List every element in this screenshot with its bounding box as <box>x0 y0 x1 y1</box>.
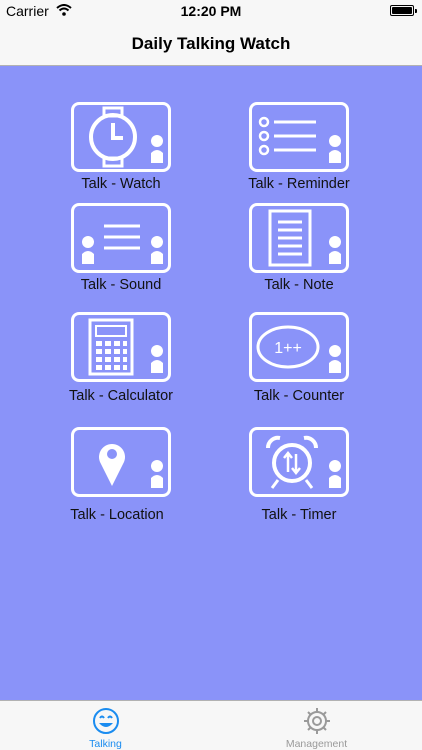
smiley-icon <box>93 708 119 734</box>
navigation-bar: Daily Talking Watch <box>0 22 422 66</box>
counter-icon: 1++ <box>256 325 341 373</box>
svg-text:1++: 1++ <box>274 340 302 357</box>
talk-calculator-button[interactable] <box>71 312 171 382</box>
tab-management[interactable]: Management <box>211 701 422 750</box>
talk-counter-button[interactable]: 1++ <box>249 312 349 382</box>
talk-note-button[interactable] <box>249 203 349 273</box>
status-time: 12:20 PM <box>180 3 242 19</box>
talk-location-button[interactable] <box>71 427 171 497</box>
alarm-clock-icon <box>266 435 341 489</box>
calculator-icon <box>88 318 163 376</box>
tile-label-watch: Talk - Watch <box>81 176 161 192</box>
gear-icon <box>304 708 330 734</box>
tile-label-counter: Talk - Counter <box>253 388 345 404</box>
talk-reminder-button[interactable] <box>249 102 349 172</box>
tab-bar: Talking Management <box>0 700 422 750</box>
tile-label-note: Talk - Note <box>264 277 334 293</box>
status-bar: Carrier 12:20 PM <box>0 0 422 22</box>
sound-icon <box>82 224 163 264</box>
watch-icon <box>89 106 163 168</box>
tab-label-talking: Talking <box>89 738 122 750</box>
tab-talking[interactable]: Talking <box>0 701 211 750</box>
tile-label-timer: Talk - Timer <box>261 507 337 523</box>
talk-watch-button[interactable] <box>71 102 171 172</box>
tile-label-location: Talk - Location <box>70 507 164 523</box>
battery-icon <box>390 5 417 16</box>
note-icon <box>268 209 341 267</box>
talk-timer-button[interactable] <box>249 427 349 497</box>
tile-label-reminder: Talk - Reminder <box>248 176 350 192</box>
tile-label-sound: Talk - Sound <box>80 277 162 293</box>
location-pin-icon <box>99 444 163 488</box>
face-person-icon <box>151 135 163 163</box>
tile-label-calculator: Talk - Calculator <box>69 388 173 404</box>
reminder-list-icon <box>258 116 341 163</box>
talk-sound-button[interactable] <box>71 203 171 273</box>
page-title: Daily Talking Watch <box>131 34 291 53</box>
tab-label-management: Management <box>285 738 348 750</box>
